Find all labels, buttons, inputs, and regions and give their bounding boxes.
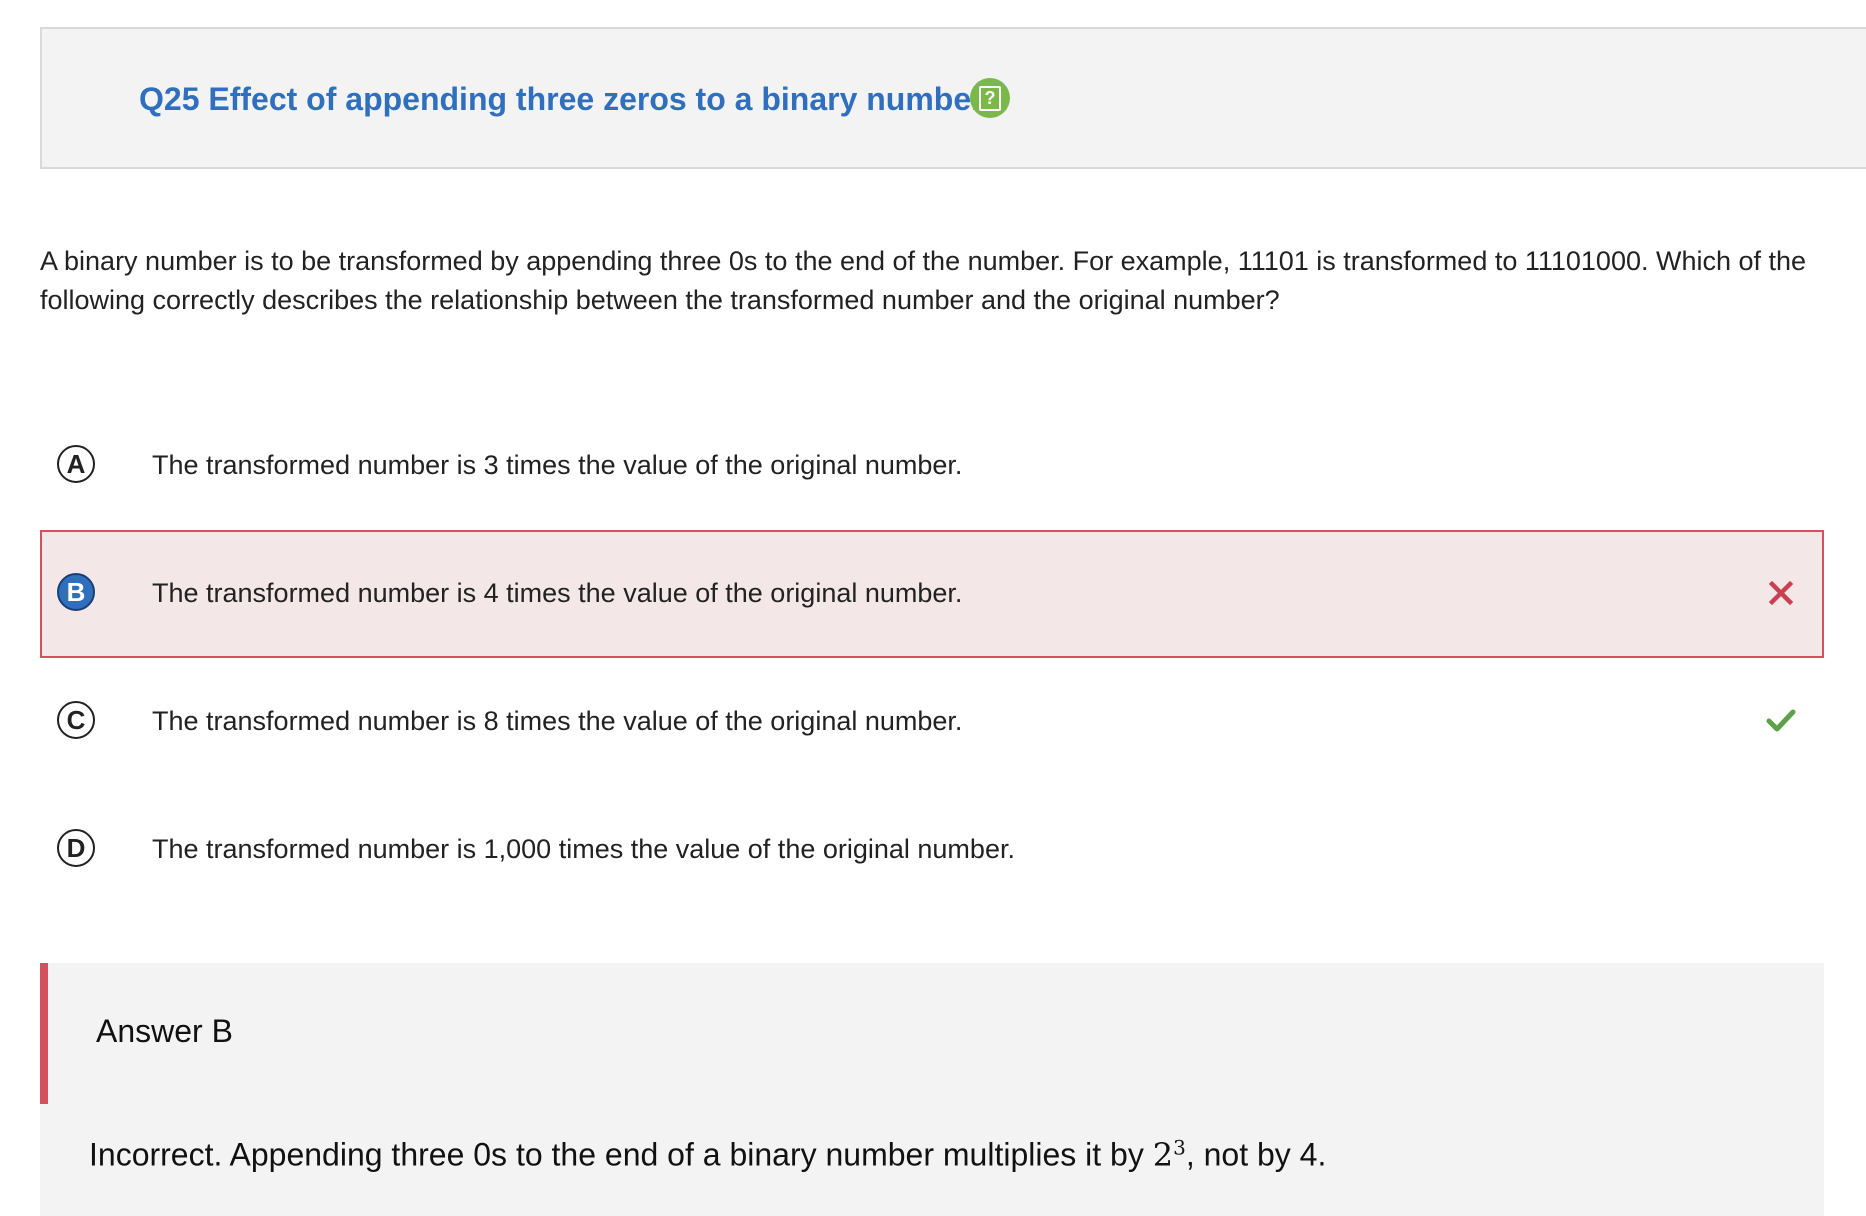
explanation-text-after: , not by 4. [1185, 1136, 1327, 1173]
answer-explanation: Incorrect. Appending three 0s to the end… [89, 1135, 1326, 1174]
option-letter-a: A [57, 445, 95, 483]
explanation-text-before: Incorrect. Appending three 0s to the end… [89, 1136, 1153, 1173]
check-icon [1766, 709, 1796, 732]
answer-label: Answer B [96, 1013, 233, 1049]
help-glyph: ? [979, 86, 1001, 111]
option-c[interactable]: C The transformed number is 8 times the … [40, 658, 1824, 786]
x-icon [1768, 580, 1794, 606]
option-text-a: The transformed number is 3 times the va… [152, 450, 963, 480]
power-exponent: 3 [1173, 1135, 1186, 1159]
option-text-d: The transformed number is 1,000 times th… [152, 834, 1015, 864]
option-letter-d: D [57, 829, 95, 867]
option-letter-b: B [57, 573, 95, 611]
question-text: A binary number is to be transformed by … [40, 246, 1807, 315]
question-mark-icon[interactable]: ? [970, 78, 1010, 118]
option-a[interactable]: A The transformed number is 3 times the … [40, 402, 1824, 530]
question-header: Q25 Effect of appending three zeros to a… [40, 27, 1866, 169]
option-letter-c: C [57, 701, 95, 739]
power-base: 2 [1152, 1135, 1174, 1174]
answer-feedback: Answer B Incorrect. Appending three 0s t… [40, 963, 1824, 1216]
option-text-c: The transformed number is 8 times the va… [152, 706, 963, 736]
power-expression: 23 [1152, 1135, 1186, 1174]
question-title: Q25 Effect of appending three zeros to a… [139, 81, 984, 117]
feedback-accent-bar [40, 963, 48, 1104]
option-d[interactable]: D The transformed number is 1,000 times … [40, 786, 1824, 914]
option-text-b: The transformed number is 4 times the va… [152, 578, 963, 608]
option-b[interactable]: B The transformed number is 4 times the … [40, 530, 1824, 658]
